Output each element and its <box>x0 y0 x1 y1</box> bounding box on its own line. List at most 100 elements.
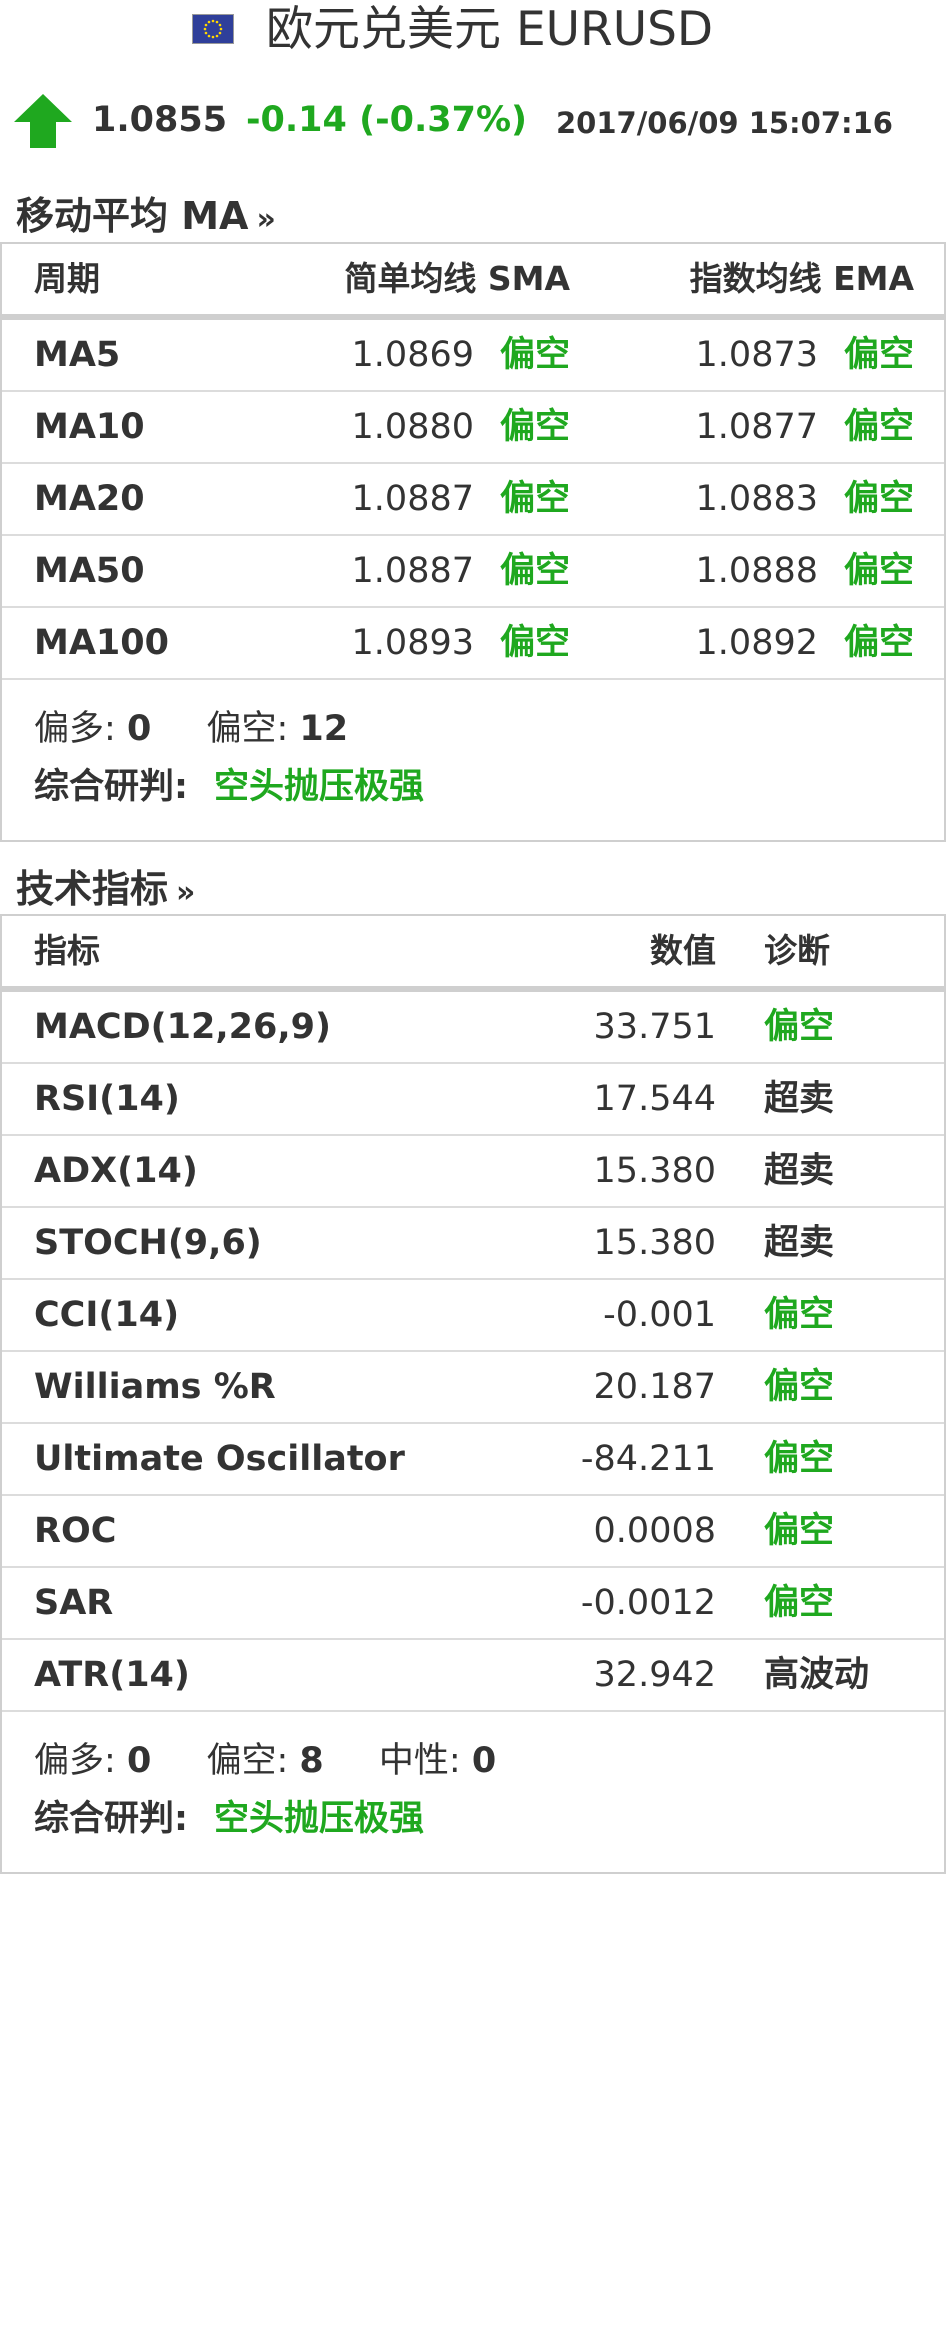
tech-section-title[interactable]: 技术指标» <box>16 864 195 918</box>
sma-value: 1.0880 <box>351 407 474 447</box>
ema-value: 1.0892 <box>695 623 818 663</box>
table-row: MACD(12,26,9) 33.751 偏空 <box>2 992 944 1064</box>
indicator-diagnosis: 高波动 <box>764 1655 870 1695</box>
table-row: ADX(14) 15.380 超卖 <box>2 1136 944 1208</box>
table-row: MA10 1.0880 偏空 1.0877 偏空 <box>2 392 944 464</box>
ma-period: MA50 <box>34 551 145 591</box>
table-row: MA100 1.0893 偏空 1.0892 偏空 <box>2 608 944 680</box>
table-row: RSI(14) 17.544 超卖 <box>2 1064 944 1136</box>
tech-summary: 偏多: 0 偏空: 8 中性: 0 综合研判: 空头抛压极强 <box>2 1712 944 1872</box>
double-chevron-right-icon: » <box>256 202 276 237</box>
indicator-value: 15.380 <box>593 1151 716 1191</box>
tech-section-title-text: 技术指标 <box>16 867 169 911</box>
ema-signal: 偏空 <box>843 479 914 519</box>
indicator-value: 20.187 <box>593 1367 716 1407</box>
indicator-name: SAR <box>34 1583 114 1623</box>
bear-count: 8 <box>299 1741 324 1781</box>
sma-value: 1.0887 <box>351 551 474 591</box>
quote-timestamp: 2017/06/09 15:07:16 <box>556 106 893 140</box>
indicator-diagnosis: 偏空 <box>764 1367 835 1407</box>
bear-count: 12 <box>299 709 349 749</box>
price-change: -0.14 (-0.37%) <box>246 100 528 140</box>
table-row: MA5 1.0869 偏空 1.0873 偏空 <box>2 320 944 392</box>
verdict-label: 综合研判: <box>34 1799 188 1839</box>
indicator-diagnosis: 偏空 <box>764 1583 835 1623</box>
ema-value: 1.0888 <box>695 551 818 591</box>
table-row: Ultimate Oscillator -84.211 偏空 <box>2 1424 944 1496</box>
verdict-value: 空头抛压极强 <box>214 767 425 807</box>
indicator-value: -0.0012 <box>580 1583 716 1623</box>
indicator-diagnosis: 偏空 <box>764 1295 835 1335</box>
header-period: 周期 <box>34 259 100 298</box>
verdict-value: 空头抛压极强 <box>214 1799 425 1839</box>
indicator-value: 15.380 <box>593 1223 716 1263</box>
ema-signal: 偏空 <box>843 551 914 591</box>
indicator-value: 33.751 <box>593 1007 716 1047</box>
indicator-diagnosis: 偏空 <box>764 1007 835 1047</box>
page-title: 欧元兑美元 EURUSD <box>266 2 714 57</box>
arrow-up-icon <box>12 92 74 154</box>
tech-table-header: 指标 数值 诊断 <box>2 916 944 992</box>
bear-label: 偏空: <box>206 1741 289 1781</box>
table-row: MA50 1.0887 偏空 1.0888 偏空 <box>2 536 944 608</box>
header-value: 数值 <box>650 931 716 970</box>
sma-value: 1.0869 <box>351 335 474 375</box>
table-row: Williams %R 20.187 偏空 <box>2 1352 944 1424</box>
header-diagnosis: 诊断 <box>764 931 830 970</box>
indicator-diagnosis: 偏空 <box>764 1439 835 1479</box>
ema-signal: 偏空 <box>843 623 914 663</box>
indicator-diagnosis: 超卖 <box>764 1079 835 1119</box>
indicator-value: -84.211 <box>580 1439 716 1479</box>
ema-signal: 偏空 <box>843 335 914 375</box>
ma-table: 周期 简单均线 SMA 指数均线 EMA MA5 1.0869 偏空 1.087… <box>0 242 946 842</box>
page-header: 欧元兑美元 EURUSD <box>0 0 948 62</box>
bull-count: 0 <box>126 1741 152 1781</box>
sma-signal: 偏空 <box>499 551 570 591</box>
table-row: CCI(14) -0.001 偏空 <box>2 1280 944 1352</box>
neutral-count: 0 <box>471 1741 497 1781</box>
indicator-name: Ultimate Oscillator <box>34 1439 405 1479</box>
bull-label: 偏多: <box>34 1741 116 1781</box>
sma-signal: 偏空 <box>499 479 570 519</box>
neutral-label: 中性: <box>378 1741 461 1781</box>
ma-table-header: 周期 简单均线 SMA 指数均线 EMA <box>2 244 944 320</box>
ma-period: MA10 <box>34 407 145 447</box>
current-price: 1.0855 <box>92 100 228 140</box>
header-ema: 指数均线 EMA <box>689 259 914 298</box>
indicator-name: Williams %R <box>34 1367 276 1407</box>
indicator-name: MACD(12,26,9) <box>34 1007 332 1047</box>
sma-value: 1.0893 <box>351 623 474 663</box>
header-sma: 简单均线 SMA <box>344 259 570 298</box>
verdict-label: 综合研判: <box>34 767 188 807</box>
indicator-diagnosis: 偏空 <box>764 1511 835 1551</box>
table-row: ATR(14) 32.942 高波动 <box>2 1640 944 1712</box>
indicator-name: ROC <box>34 1511 117 1551</box>
bear-label: 偏空: <box>206 709 289 749</box>
indicator-value: 0.0008 <box>593 1511 716 1551</box>
table-row: MA20 1.0887 偏空 1.0883 偏空 <box>2 464 944 536</box>
indicator-value: 17.544 <box>593 1079 716 1119</box>
tech-signal-counts: 偏多: 0 偏空: 8 中性: 0 <box>34 1732 944 1790</box>
indicator-name: CCI(14) <box>34 1295 180 1335</box>
indicator-name: ADX(14) <box>34 1151 198 1191</box>
header-indicator: 指标 <box>34 931 100 970</box>
indicator-name: ATR(14) <box>34 1655 190 1695</box>
table-row: ROC 0.0008 偏空 <box>2 1496 944 1568</box>
indicator-name: STOCH(9,6) <box>34 1223 262 1263</box>
ma-section-title[interactable]: 移动平均 MA» <box>16 191 276 245</box>
bull-count: 0 <box>126 709 152 749</box>
table-row: STOCH(9,6) 15.380 超卖 <box>2 1208 944 1280</box>
sma-value: 1.0887 <box>351 479 474 519</box>
indicator-diagnosis: 超卖 <box>764 1223 835 1263</box>
ema-value: 1.0877 <box>695 407 818 447</box>
ma-summary: 偏多: 0 偏空: 12 综合研判: 空头抛压极强 <box>2 680 944 840</box>
indicator-value: 32.942 <box>593 1655 716 1695</box>
indicator-value: -0.001 <box>603 1295 716 1335</box>
tech-table: 指标 数值 诊断 MACD(12,26,9) 33.751 偏空 RSI(14)… <box>0 914 946 1874</box>
double-chevron-right-icon: » <box>176 875 196 910</box>
ema-value: 1.0883 <box>695 479 818 519</box>
ma-period: MA5 <box>34 335 121 375</box>
ema-value: 1.0873 <box>695 335 818 375</box>
eu-flag-icon <box>192 14 234 44</box>
bull-label: 偏多: <box>34 709 116 749</box>
